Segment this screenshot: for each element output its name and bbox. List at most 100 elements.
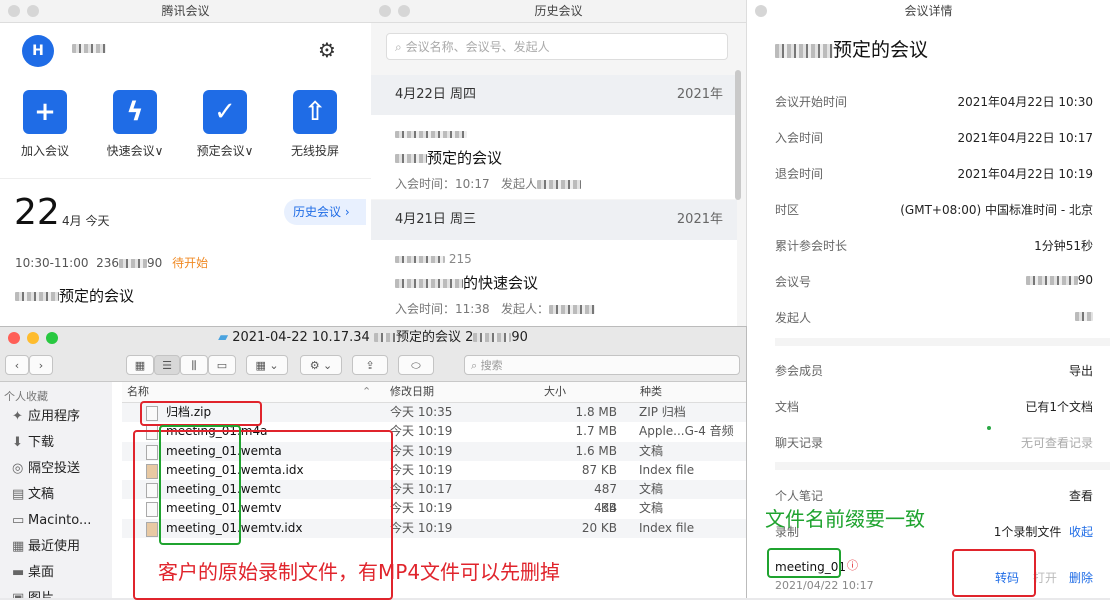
list-view-button[interactable]: ☰	[154, 355, 180, 375]
history-item[interactable]: 215 的快速会议 入会时间：11:38 发起人：	[371, 240, 737, 330]
annotation-box-recording-name	[767, 548, 841, 578]
calendar-check-icon: ✓	[203, 90, 247, 134]
window-controls[interactable]	[8, 5, 39, 17]
search-icon: ⌕	[395, 40, 402, 54]
share-icon[interactable]: ⇪	[352, 355, 388, 375]
year-label: 2021年	[676, 212, 723, 227]
file-kind: Apple...G-4 音频	[639, 424, 734, 439]
sidebar-item-applications[interactable]: ✦ 应用程序	[0, 404, 112, 430]
screen-share-button[interactable]: ⇧ 无线投屏	[270, 90, 360, 159]
sidebar-item-documents[interactable]: ▤ 文稿	[0, 482, 112, 508]
window-controls[interactable]	[8, 332, 58, 344]
tencent-meeting-window: 腾讯会议 H ⚙ + 加入会议 ϟ 快速会议∨ ✓ 预定会议∨ ⇧ 无线投屏 2…	[0, 0, 372, 330]
detail-key: 累计参会时长	[775, 239, 848, 253]
docs-link[interactable]: 已有1个文档	[1025, 398, 1093, 415]
search-placeholder: 会议名称、会议号、发起人	[405, 40, 550, 54]
file-date: 今天 10:19	[390, 462, 453, 477]
file-size: 1.8 MB	[575, 405, 617, 419]
close-dot-icon[interactable]	[8, 5, 20, 17]
sidebar-item-label: 桌面	[28, 565, 55, 580]
detail-key: 退会时间	[775, 167, 824, 181]
divider	[0, 178, 371, 179]
host-redacted	[1075, 312, 1093, 321]
meeting-time-row: 10:30-11:00 236 90 待开始	[15, 254, 208, 271]
minimize-dot-icon[interactable]	[27, 5, 39, 17]
group-button[interactable]: ▦ ⌄	[246, 355, 288, 375]
join-meeting-button[interactable]: + 加入会议	[0, 90, 90, 159]
sidebar-item-macintosh[interactable]: ▭ Macinto...	[0, 508, 112, 534]
gear-icon[interactable]: ⚙ ⌄	[300, 355, 342, 375]
host-name-redacted	[395, 279, 463, 288]
day-label: 4月21日 周三	[395, 212, 476, 227]
schedule-meeting-button[interactable]: ✓ 预定会议∨	[180, 90, 270, 159]
finder-toolbar: ‹ › ▦ ☰ ⫼ ▭ ▦ ⌄ ⚙ ⌄ ⇪ ⬭ ⌕ 搜索	[0, 349, 746, 382]
collapse-recordings-link[interactable]: 收起	[1069, 525, 1093, 539]
meeting-id-tail: 215	[448, 252, 472, 266]
screen-share-icon: ⇧	[293, 90, 337, 134]
window-controls[interactable]	[379, 5, 410, 17]
recent-icon: ▦	[12, 539, 25, 554]
chat-row: 聊天记录 无可查看记录	[775, 434, 1093, 451]
forward-button[interactable]: ›	[29, 355, 53, 375]
sidebar-item-airdrop[interactable]: ◎ 隔空投送	[0, 456, 112, 482]
day-group-header: 4月21日 周三 2021年	[371, 200, 737, 240]
view-notes-link[interactable]: 查看	[1069, 487, 1093, 504]
finder-search-input[interactable]: ⌕ 搜索	[464, 355, 740, 375]
column-name[interactable]: 名称	[127, 382, 149, 402]
gallery-view-button[interactable]: ▭	[208, 355, 236, 375]
minimize-dot-icon[interactable]	[27, 332, 39, 344]
avatar[interactable]: H	[22, 35, 54, 67]
file-date: 今天 10:35	[390, 405, 453, 419]
applications-icon: ✦	[12, 409, 23, 424]
desktop-icon: ▬	[12, 565, 25, 580]
host-redacted	[549, 305, 596, 314]
window-titlebar: 腾讯会议	[0, 0, 371, 23]
file-size: 20 KB	[581, 520, 617, 535]
sidebar-item-recents[interactable]: ▦ 最近使用	[0, 534, 112, 560]
detail-value: (GMT+08:00) 中国标准时间 - 北京	[900, 203, 1093, 217]
quick-meeting-button[interactable]: ϟ 快速会议∨	[90, 90, 180, 159]
back-button[interactable]: ‹	[5, 355, 29, 375]
meeting-status-badge: 待开始	[172, 256, 209, 270]
details-title-text: 预定的会议	[833, 39, 929, 61]
column-date[interactable]: 修改日期	[390, 382, 434, 402]
column-size[interactable]: 大小	[544, 382, 566, 402]
scrollbar[interactable]	[735, 70, 741, 200]
history-search-input[interactable]: ⌕ 会议名称、会议号、发起人	[386, 33, 728, 60]
quick-actions: + 加入会议 ϟ 快速会议∨ ✓ 预定会议∨ ⇧ 无线投屏	[0, 90, 371, 159]
history-item[interactable]: 预定的会议 入会时间：10:17 发起人	[371, 115, 737, 199]
close-dot-icon[interactable]	[8, 332, 20, 344]
annotation-red-text: 客户的原始录制文件，有MP4文件可以先删掉	[158, 560, 561, 584]
schedule-meeting-label: 预定会议∨	[196, 144, 254, 158]
close-dot-icon[interactable]	[755, 5, 767, 17]
window-controls[interactable]	[755, 5, 767, 17]
tag-icon[interactable]: ⬭	[398, 355, 434, 375]
annotation-box-zip	[140, 401, 262, 426]
history-meetings-button[interactable]: 历史会议 ›	[284, 199, 366, 225]
gear-icon[interactable]: ⚙	[318, 38, 336, 62]
members-row: 参会成员 导出	[775, 362, 1093, 379]
sidebar-item-downloads[interactable]: ⬇ 下载	[0, 430, 112, 456]
file-list-header: 名称 ⌃ 修改日期 大小 种类	[122, 382, 746, 403]
day-label: 4月22日 周四	[395, 87, 476, 102]
column-view-button[interactable]: ⫼	[180, 355, 208, 375]
zoom-dot-icon[interactable]	[46, 332, 58, 344]
today-day-number: 22	[14, 192, 60, 233]
finder-title-mid: 预定的会议 2	[395, 330, 474, 345]
details-meeting-title: 预定的会议	[775, 35, 928, 62]
sidebar-item-desktop[interactable]: ▬ 桌面	[0, 560, 112, 586]
detail-value: 90	[1025, 273, 1093, 287]
close-dot-icon[interactable]	[379, 5, 391, 17]
icon-view-button[interactable]: ▦	[126, 355, 154, 375]
join-meeting-label: 加入会议	[20, 144, 69, 158]
minimize-dot-icon[interactable]	[398, 5, 410, 17]
export-members-link[interactable]: 导出	[1069, 362, 1093, 379]
finder-title: 2021-04-22 10.17.34	[232, 330, 370, 345]
open-button[interactable]: 打开	[1033, 569, 1057, 586]
column-kind[interactable]: 种类	[640, 382, 662, 402]
sidebar-item-pictures[interactable]: ▣图片	[0, 586, 112, 598]
join-time: 入会时间：11:38	[395, 302, 490, 316]
meeting-list-item[interactable]: 预定的会议	[15, 285, 134, 306]
delete-button[interactable]: 删除	[1069, 569, 1093, 586]
window-titlebar: 历史会议	[371, 0, 746, 23]
